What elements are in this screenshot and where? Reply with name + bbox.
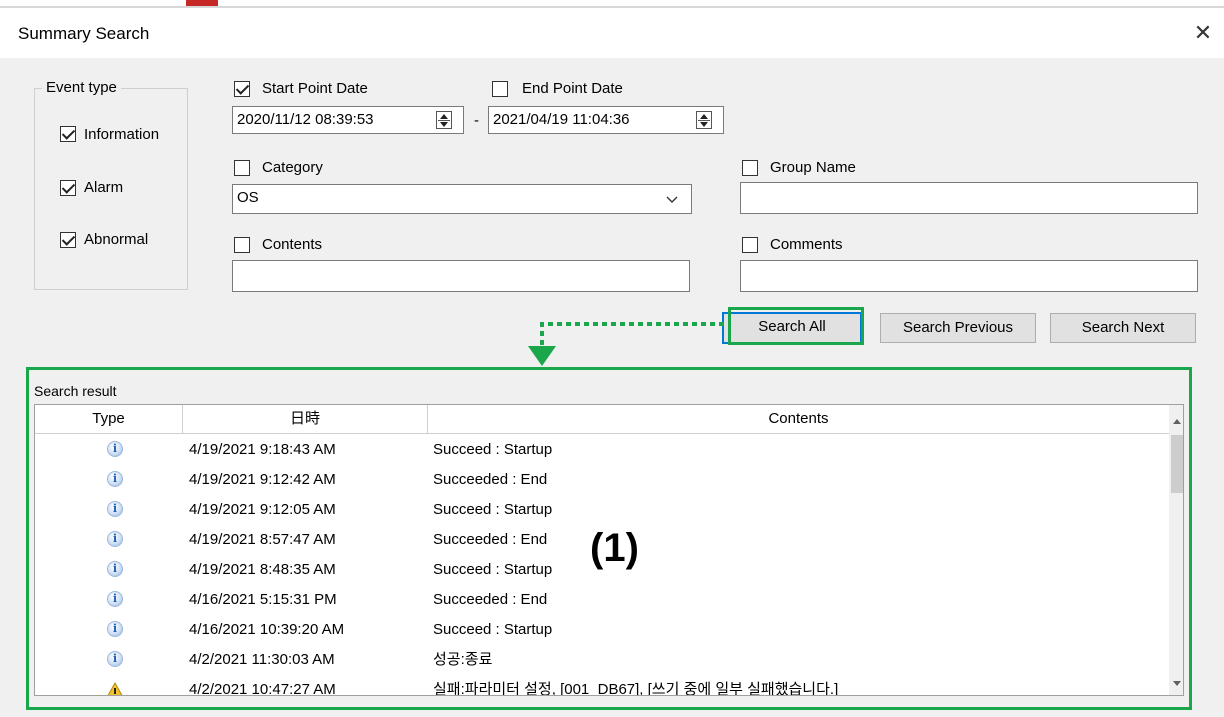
start-date-field[interactable]: 2020/11/12 08:39:53 [232,106,464,134]
search-previous-button[interactable]: Search Previous [880,313,1036,343]
abnormal-checkbox[interactable] [60,232,76,248]
end-date-checkbox[interactable] [492,81,508,97]
contents-input[interactable] [232,260,690,292]
background-app-strip [0,0,1224,8]
chevron-down-icon[interactable] [666,192,678,203]
category-checkbox[interactable] [234,160,250,176]
window-title: Summary Search [18,24,150,43]
comments-label: Comments [770,236,843,253]
information-checkbox[interactable] [60,126,76,142]
abnormal-label: Abnormal [84,231,149,248]
start-date-spinner[interactable] [436,111,452,129]
category-label: Category [262,159,323,176]
alarm-label: Alarm [84,179,124,196]
contents-checkbox[interactable] [234,237,250,253]
alarm-checkbox[interactable] [60,180,76,196]
annotation-label: (1) [590,526,639,570]
search-next-button[interactable]: Search Next [1050,313,1196,343]
start-date-checkbox[interactable] [234,81,250,97]
end-date-field[interactable]: 2021/04/19 11:04:36 [488,106,724,134]
search-all-highlight [728,307,864,345]
event-type-legend: Event type [42,79,121,96]
annotation-arrow [528,322,724,366]
group-name-input[interactable] [740,182,1198,214]
group-name-label: Group Name [770,159,856,176]
title-bar: Summary Search ✕ [0,8,1224,58]
category-select[interactable]: OS [232,184,692,214]
comments-checkbox[interactable] [742,237,758,253]
information-label: Information [84,126,160,143]
end-date-label: End Point Date [522,80,623,97]
comments-input[interactable] [740,260,1198,292]
contents-label: Contents [262,236,323,253]
group-name-checkbox[interactable] [742,160,758,176]
close-icon[interactable]: ✕ [1188,18,1218,48]
start-date-label: Start Point Date [262,80,368,97]
end-date-spinner[interactable] [696,111,712,129]
date-separator: - [474,112,479,129]
